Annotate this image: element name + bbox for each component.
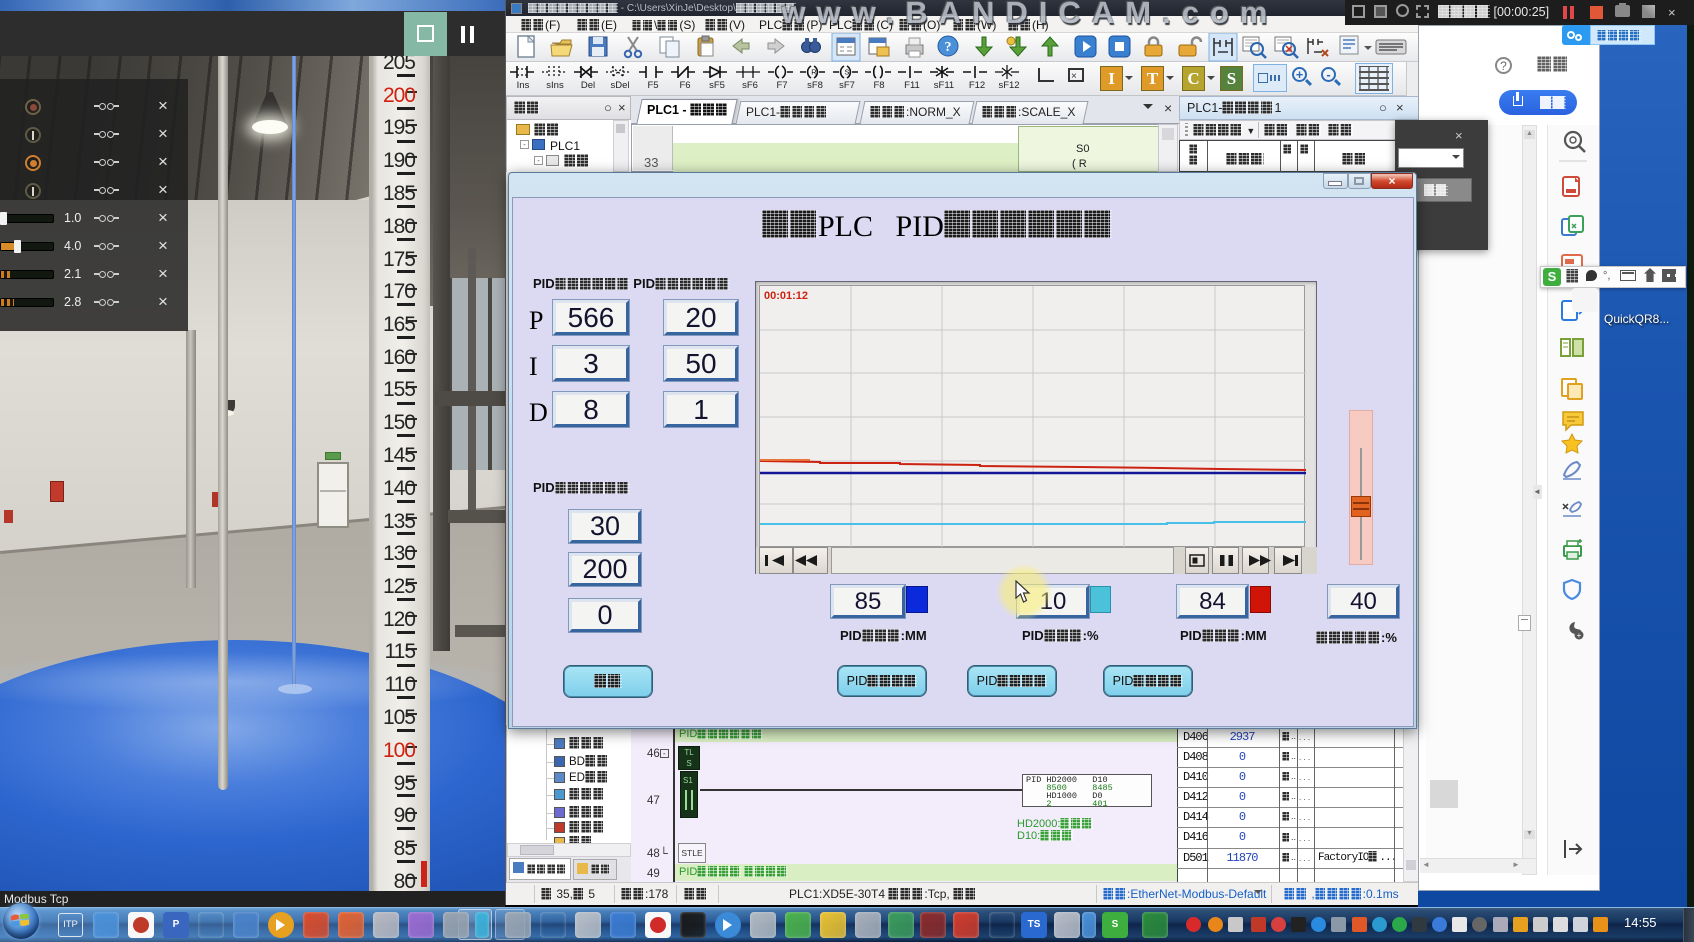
svg-text:R: R (811, 68, 817, 77)
svg-text:?: ? (945, 40, 952, 55)
svg-text:S: S (844, 68, 849, 77)
svg-text:+: + (1577, 631, 1582, 640)
